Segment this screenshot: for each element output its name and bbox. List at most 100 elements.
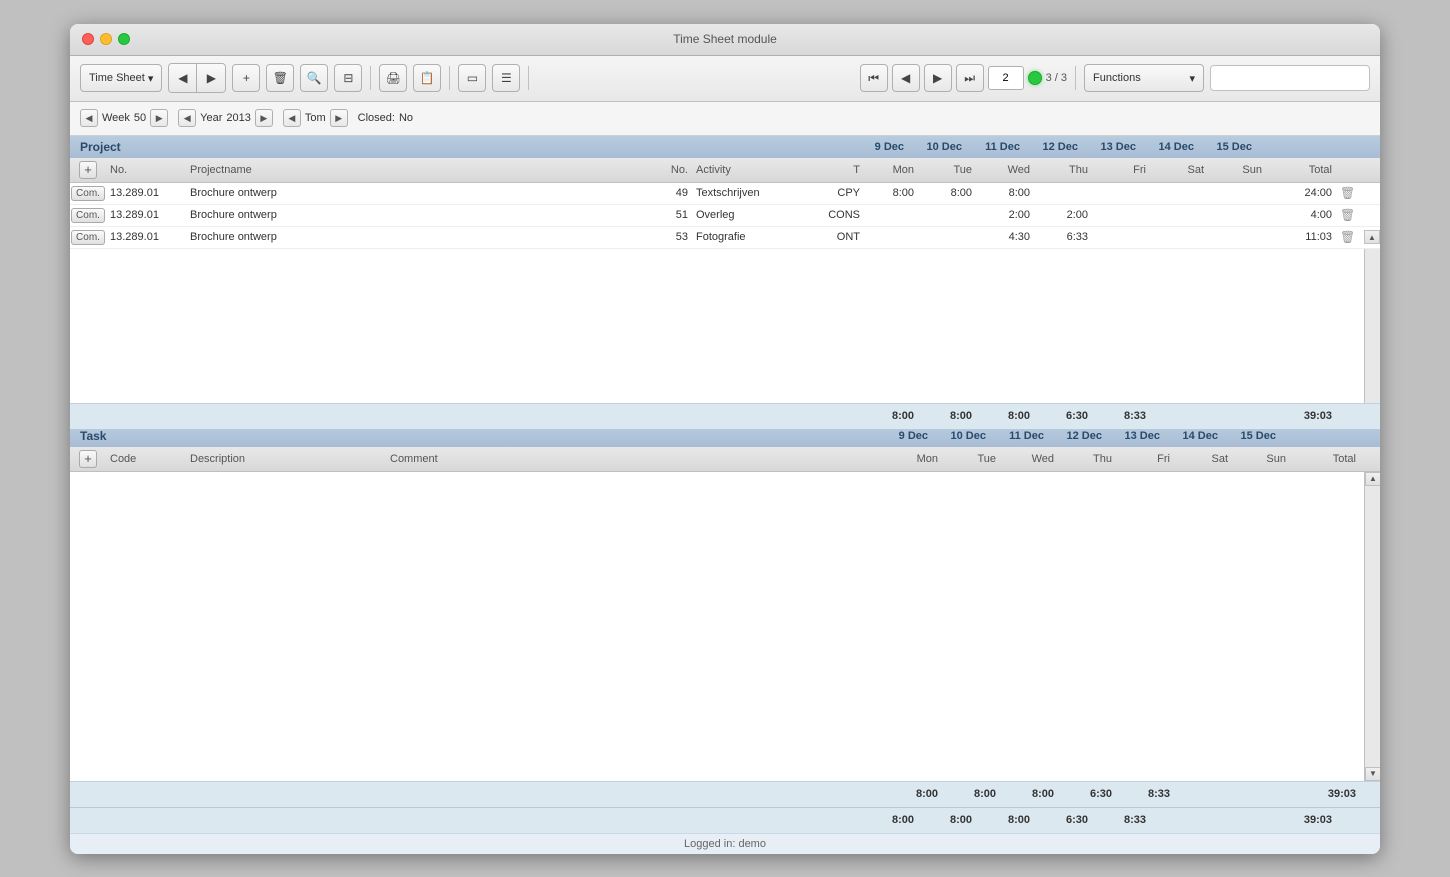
mon-1[interactable]: 8:00 bbox=[864, 187, 922, 199]
task-col-total-header: Total bbox=[1294, 453, 1364, 465]
date-10dec: 10 Dec bbox=[912, 141, 970, 153]
footer-thu: 6:30 bbox=[1038, 410, 1096, 422]
col-tue-header: Tue bbox=[922, 164, 980, 176]
thu-2[interactable]: 2:00 bbox=[1038, 209, 1096, 221]
task-table-body: ▲ ▼ bbox=[70, 472, 1380, 781]
comment-button-3[interactable]: Com. bbox=[71, 230, 105, 245]
wed-1[interactable]: 8:00 bbox=[980, 187, 1038, 199]
task-footer-total: 39:03 bbox=[1294, 788, 1364, 800]
search-input[interactable] bbox=[1210, 65, 1370, 91]
week-next-button[interactable]: ▶ bbox=[150, 109, 168, 127]
separator3 bbox=[528, 66, 529, 90]
col-thu-header: Thu bbox=[1038, 164, 1096, 176]
date-13dec: 13 Dec bbox=[1086, 141, 1144, 153]
task-col-mon-header: Mon bbox=[888, 453, 946, 465]
search-button[interactable]: 🔍 bbox=[300, 64, 328, 92]
module-dropdown[interactable]: Time Sheet ▾ bbox=[80, 64, 162, 92]
person-next-button[interactable]: ▶ bbox=[330, 109, 348, 127]
delete-row-1-button[interactable]: 🗑 bbox=[1340, 186, 1355, 200]
date-9dec: 9 Dec bbox=[854, 141, 912, 153]
task-footer-tue: 8:00 bbox=[946, 788, 1004, 800]
project-name-1: Brochure ontwerp bbox=[186, 187, 650, 199]
year-prev-button[interactable]: ◀ bbox=[178, 109, 196, 127]
date-11dec: 11 Dec bbox=[970, 141, 1028, 153]
print-button[interactable]: 🖨 bbox=[379, 64, 407, 92]
grand-total-thu: 6:30 bbox=[1038, 814, 1096, 826]
date-12dec: 12 Dec bbox=[1028, 141, 1086, 153]
prev-button[interactable]: ◀ bbox=[169, 64, 197, 92]
task-table-footer: 8:00 8:00 8:00 6:30 8:33 39:03 bbox=[70, 781, 1380, 807]
del-header-space bbox=[1330, 141, 1354, 153]
status-indicator bbox=[1028, 71, 1042, 85]
page-number-input[interactable]: 2 bbox=[988, 66, 1024, 90]
scroll-header-space bbox=[1354, 141, 1370, 153]
comment-button-1[interactable]: Com. bbox=[71, 186, 105, 201]
view-single-button[interactable]: ▭ bbox=[458, 64, 486, 92]
project-name-3: Brochure ontwerp bbox=[186, 231, 650, 243]
year-next-button[interactable]: ▶ bbox=[255, 109, 273, 127]
footer-total: 39:03 bbox=[1270, 410, 1340, 422]
first-page-button[interactable]: ⏮ bbox=[860, 64, 888, 92]
comment-button-2[interactable]: Com. bbox=[71, 208, 105, 223]
close-button[interactable] bbox=[82, 33, 94, 45]
main-window: Time Sheet module Time Sheet ▾ ◀ ▶ + 🗑 🔍… bbox=[70, 24, 1380, 854]
delete-row-3-button[interactable]: 🗑 bbox=[1340, 230, 1355, 244]
col-mon-header: Mon bbox=[864, 164, 922, 176]
grand-total-wed: 8:00 bbox=[980, 814, 1038, 826]
type-2: CONS bbox=[814, 209, 864, 221]
main-content: Project 9 Dec 10 Dec 11 Dec 12 Dec 13 De… bbox=[70, 136, 1380, 833]
person-nav: ◀ Tom ▶ bbox=[283, 109, 348, 127]
col-t-header: T bbox=[814, 164, 864, 176]
table-row: Com. 13.289.01 Brochure ontwerp 51 Overl… bbox=[70, 205, 1380, 227]
act-no-3: 53 bbox=[650, 231, 694, 243]
view-list-button[interactable]: ☰ bbox=[492, 64, 520, 92]
wed-3[interactable]: 4:30 bbox=[980, 231, 1038, 243]
task-date-9dec: 9 Dec bbox=[878, 430, 936, 442]
table-row: Com. 13.289.01 Brochure ontwerp 49 Texts… bbox=[70, 183, 1380, 205]
total-2: 4:00 bbox=[1270, 209, 1340, 221]
minimize-button[interactable] bbox=[100, 33, 112, 45]
wed-2[interactable]: 2:00 bbox=[980, 209, 1038, 221]
person-prev-button[interactable]: ◀ bbox=[283, 109, 301, 127]
task-date-13dec: 13 Dec bbox=[1110, 430, 1168, 442]
col-sun-header: Sun bbox=[1212, 164, 1270, 176]
task-scroll-down-arrow[interactable]: ▼ bbox=[1365, 767, 1380, 781]
task-footer-fri: 8:33 bbox=[1120, 788, 1178, 800]
task-scroll-up-arrow[interactable]: ▲ bbox=[1365, 472, 1380, 486]
delete-row-2-button[interactable]: 🗑 bbox=[1340, 208, 1355, 222]
delete-record-button[interactable]: 🗑 bbox=[266, 64, 294, 92]
table-row: Com. 13.289.01 Brochure ontwerp 53 Fotog… bbox=[70, 227, 1380, 249]
project-section-title: Project bbox=[80, 140, 854, 154]
task-footer-mon: 8:00 bbox=[888, 788, 946, 800]
title-bar: Time Sheet module bbox=[70, 24, 1380, 56]
add-task-row-button[interactable]: + bbox=[79, 450, 97, 468]
functions-dropdown[interactable]: Functions ▾ bbox=[1084, 64, 1204, 92]
maximize-button[interactable] bbox=[118, 33, 130, 45]
tue-1[interactable]: 8:00 bbox=[922, 187, 980, 199]
project-name-2: Brochure ontwerp bbox=[186, 209, 650, 221]
separator2 bbox=[449, 66, 450, 90]
col-activity-header: Activity bbox=[694, 164, 814, 176]
add-record-button[interactable]: + bbox=[232, 64, 260, 92]
total-header-space bbox=[1260, 141, 1330, 153]
prev-page-button[interactable]: ◀ bbox=[892, 64, 920, 92]
project-no-2: 13.289.01 bbox=[106, 209, 186, 221]
traffic-lights bbox=[82, 33, 130, 45]
task-footer-thu: 6:30 bbox=[1062, 788, 1120, 800]
thu-3[interactable]: 6:33 bbox=[1038, 231, 1096, 243]
total-3: 11:03 bbox=[1270, 231, 1340, 243]
next-button[interactable]: ▶ bbox=[197, 64, 225, 92]
duplicate-button[interactable]: ⊟ bbox=[334, 64, 362, 92]
project-table-header: + No. Projectname No. Activity T Mon Tue… bbox=[70, 158, 1380, 183]
separator bbox=[370, 66, 371, 90]
separator4 bbox=[1075, 66, 1076, 90]
last-page-button[interactable]: ⏭ bbox=[956, 64, 984, 92]
task-table-body-wrapper: ▲ ▼ 8:00 8:00 8:00 6:30 8:33 39:03 bbox=[70, 472, 1380, 807]
next-page-button[interactable]: ▶ bbox=[924, 64, 952, 92]
scroll-up-arrow[interactable]: ▲ bbox=[1364, 230, 1380, 244]
footer-fri: 8:33 bbox=[1096, 410, 1154, 422]
export-button[interactable]: 📋 bbox=[413, 64, 441, 92]
week-prev-button[interactable]: ◀ bbox=[80, 109, 98, 127]
add-project-row-button[interactable]: + bbox=[79, 161, 97, 179]
project-table-body-wrapper: Com. 13.289.01 Brochure ontwerp 49 Texts… bbox=[70, 183, 1380, 423]
